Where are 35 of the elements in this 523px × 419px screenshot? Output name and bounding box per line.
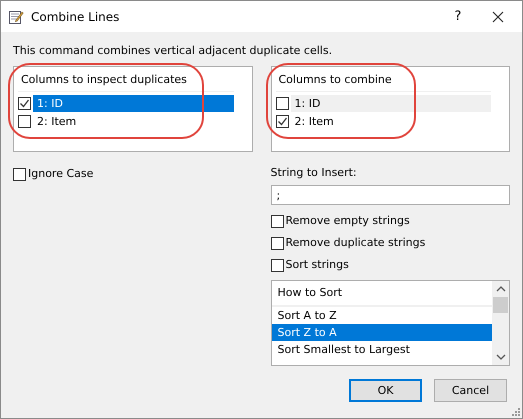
scroll-down-icon[interactable] bbox=[496, 353, 506, 361]
help-button[interactable]: ? bbox=[448, 9, 468, 24]
scrollbar[interactable] bbox=[492, 281, 509, 365]
checkbox[interactable] bbox=[276, 114, 288, 128]
field-label: String to Insert: bbox=[270, 166, 358, 180]
checkbox[interactable] bbox=[270, 236, 284, 250]
dialog-button[interactable]: Cancel bbox=[434, 379, 507, 402]
scroll-thumb[interactable] bbox=[493, 297, 508, 313]
resize-grip-icon bbox=[512, 408, 520, 416]
list-header: Columns to combine bbox=[276, 71, 491, 92]
checkbox-label: Remove duplicate strings bbox=[286, 236, 426, 250]
checkbox[interactable] bbox=[18, 114, 31, 128]
window-title: Combine Lines bbox=[31, 10, 120, 24]
list-item[interactable]: 2: Item bbox=[290, 112, 491, 130]
checkbox[interactable] bbox=[13, 168, 26, 180]
list-item[interactable]: Sort A to Z bbox=[272, 307, 492, 324]
checkbox-label: Remove empty strings bbox=[286, 214, 410, 228]
dialog-button[interactable]: OK bbox=[349, 379, 422, 402]
checkbox[interactable] bbox=[270, 258, 284, 272]
checkbox-label: Ignore Case bbox=[28, 167, 94, 181]
notepad-icon bbox=[8, 8, 24, 24]
list-header: Columns to inspect duplicates bbox=[18, 71, 234, 92]
string-input-field[interactable]: ; bbox=[270, 185, 510, 205]
close-icon[interactable] bbox=[492, 10, 504, 22]
list-item[interactable]: 2: Item bbox=[33, 112, 234, 130]
list-item[interactable]: Sort Z to A bbox=[272, 324, 492, 341]
checkbox-label: Sort strings bbox=[286, 258, 349, 272]
description-text: This command combines vertical adjacent duplicate cells. bbox=[13, 44, 334, 58]
checkbox[interactable] bbox=[276, 96, 288, 110]
list-item[interactable]: Sort Smallest to Largest bbox=[272, 341, 492, 358]
list-item[interactable]: 1: ID bbox=[33, 94, 234, 112]
checkbox[interactable] bbox=[18, 96, 31, 110]
checkbox[interactable] bbox=[270, 214, 284, 228]
list-item[interactable]: 1: ID bbox=[290, 94, 491, 112]
scroll-up-icon[interactable] bbox=[496, 285, 506, 293]
